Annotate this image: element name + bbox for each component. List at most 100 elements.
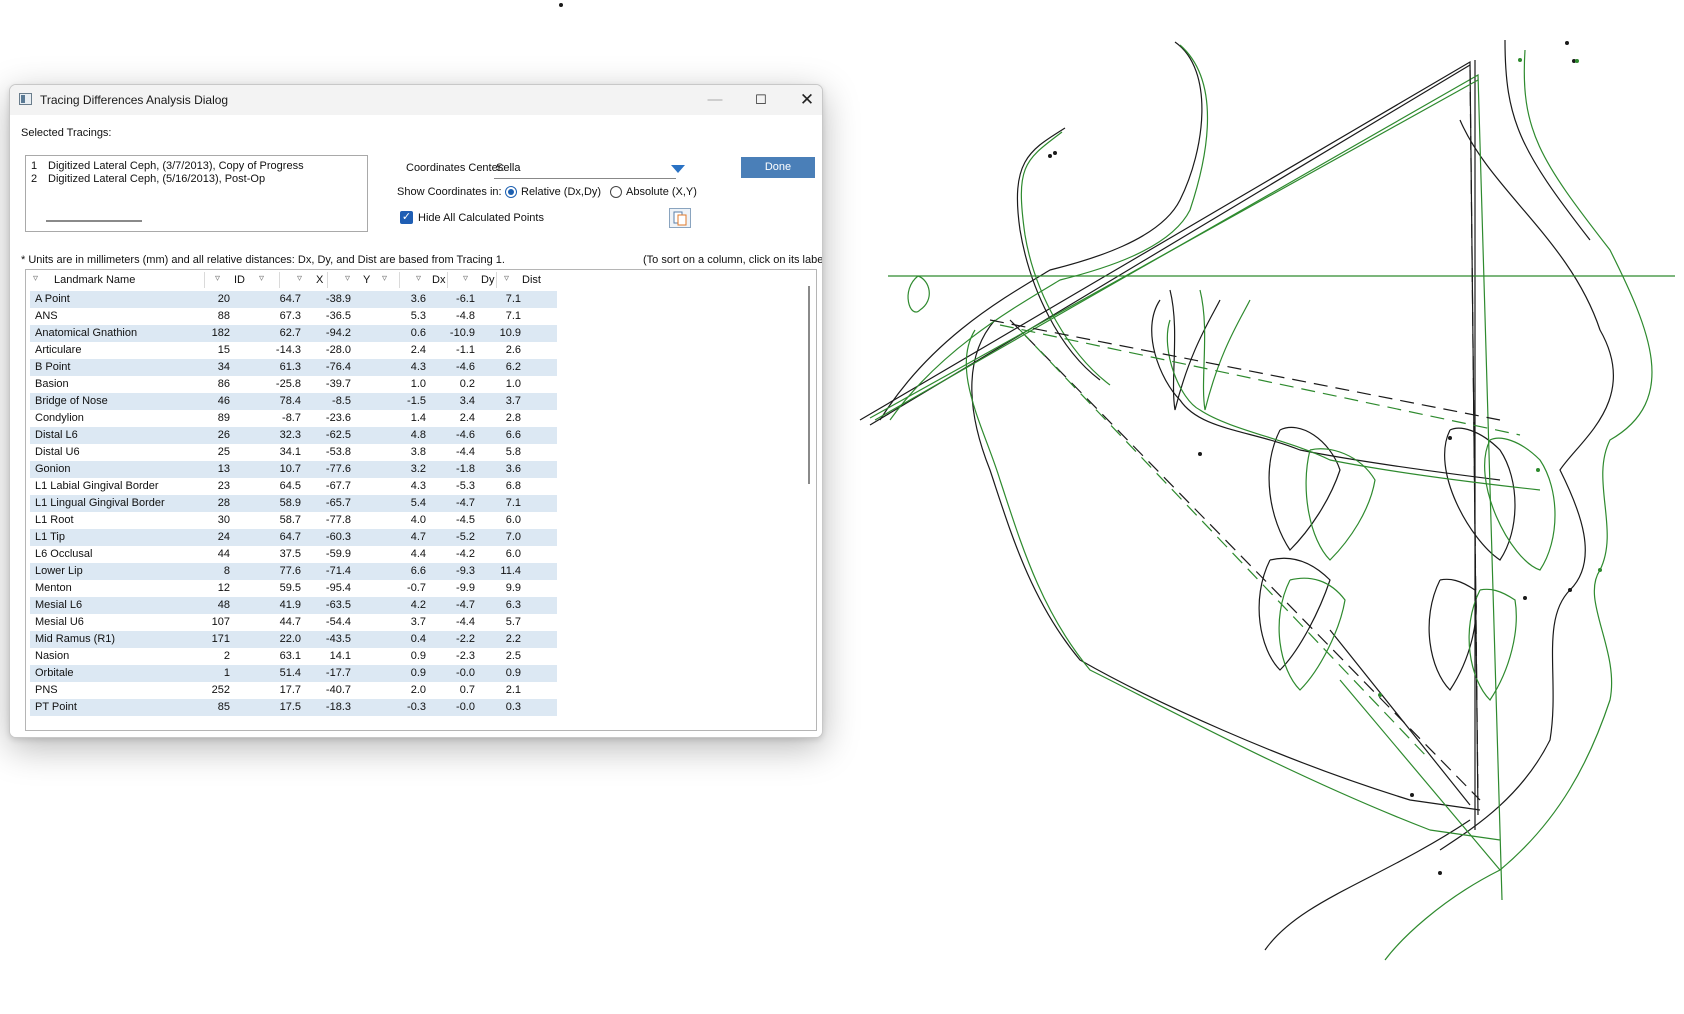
table-row[interactable]: L1 Lingual Gingival Border 28 58.9 -65.7 5.4…: [30, 495, 557, 512]
filter-icon[interactable]: ▿: [215, 273, 220, 284]
col-header-landmark-name[interactable]: Landmark Name: [54, 274, 135, 286]
table-row[interactable]: Menton 12 59.5 -95.4 -0.7 -9.9 9.9: [30, 580, 557, 597]
cell-dx: 0.6: [410, 327, 426, 339]
col-header-dy[interactable]: Dy: [481, 274, 494, 286]
cell-x: 51.4: [279, 667, 301, 679]
tracing-list-item[interactable]: 2 Digitized Lateral Ceph, (5/16/2013), Po…: [31, 173, 265, 185]
table-row[interactable]: Articulare 15 -14.3 -28.0 2.4 -1.1 2.6: [30, 342, 557, 359]
table-row[interactable]: Condylion 89 -8.7 -23.6 1.4 2.4 2.8: [30, 410, 557, 427]
maximize-button[interactable]: ☐: [738, 85, 784, 115]
cell-dist: 6.6: [505, 429, 521, 441]
table-row[interactable]: Basion 86 -25.8 -39.7 1.0 0.2 1.0: [30, 376, 557, 393]
horizontal-scrollbar[interactable]: [46, 220, 142, 222]
hide-calculated-checkbox[interactable]: ✓: [400, 211, 413, 224]
filter-icon[interactable]: ▿: [345, 273, 350, 284]
table-row[interactable]: Bridge of Nose 46 78.4 -8.5 -1.5 3.4 3.7: [30, 393, 557, 410]
hide-calculated-label[interactable]: Hide All Calculated Points: [418, 212, 544, 224]
dropdown-arrow-icon[interactable]: [671, 165, 685, 173]
cell-landmark-name: L1 Labial Gingival Border: [35, 480, 159, 492]
column-divider: [327, 272, 328, 288]
dashed-reference-lines: [989, 69, 1501, 801]
cell-landmark-name: Basion: [35, 378, 69, 390]
vertical-scrollbar[interactable]: [808, 286, 810, 484]
cell-id: 171: [211, 633, 230, 645]
tracing-differences-dialog: Tracing Differences Analysis Dialog — ☐ …: [9, 84, 823, 738]
filter-icon[interactable]: ▿: [463, 273, 468, 284]
table-row[interactable]: ANS 88 67.3 -36.5 5.3 -4.8 7.1: [30, 308, 557, 325]
cell-y: -43.5: [325, 633, 351, 645]
coordinates-center-select[interactable]: Sella: [494, 158, 685, 179]
filter-icon[interactable]: ▿: [416, 273, 421, 284]
cell-dy: -4.4: [456, 616, 475, 628]
tracing-list-item[interactable]: 1 Digitized Lateral Ceph, (3/7/2013), Cop…: [31, 160, 304, 172]
filter-icon[interactable]: ▿: [382, 273, 387, 284]
table-row[interactable]: Orbitale 1 51.4 -17.7 0.9 -0.0 0.9: [30, 665, 557, 682]
minimize-button[interactable]: —: [692, 85, 738, 115]
filter-icon[interactable]: ▿: [297, 273, 302, 284]
cell-dy: 0.2: [459, 378, 475, 390]
table-row[interactable]: B Point 34 61.3 -76.4 4.3 -4.6 6.2: [30, 359, 557, 376]
table-row[interactable]: Anatomical Gnathion 182 62.7 -94.2 0.6 -10.9 1…: [30, 325, 557, 342]
col-header-x[interactable]: X: [316, 274, 323, 286]
copy-to-clipboard-icon[interactable]: [669, 208, 691, 228]
col-header-dx[interactable]: Dx: [432, 274, 445, 286]
cell-dist: 1.0: [505, 378, 521, 390]
col-header-id[interactable]: ID: [234, 274, 245, 286]
cell-dist: 10.9: [499, 327, 521, 339]
cell-dx: 4.3: [410, 361, 426, 373]
cell-dy: -1.1: [456, 344, 475, 356]
absolute-radio[interactable]: [610, 186, 622, 198]
cell-dist: 11.4: [500, 565, 521, 577]
cell-id: 34: [217, 361, 230, 373]
table-row[interactable]: Nasion 2 63.1 14.1 0.9 -2.3 2.5: [30, 648, 557, 665]
table-row[interactable]: A Point 20 64.7 -38.9 3.6 -6.1 7.1: [30, 291, 557, 308]
cell-dy: -5.3: [456, 480, 475, 492]
table-row[interactable]: Mesial U6 107 44.7 -54.4 3.7 -4.4 5.7: [30, 614, 557, 631]
title-bar[interactable]: Tracing Differences Analysis Dialog — ☐ …: [10, 85, 822, 115]
table-header: ▿ Landmark Name ▿ ID ▿ ▿ X ▿ Y ▿ ▿ Dx ▿ …: [26, 270, 816, 290]
col-header-y[interactable]: Y: [363, 274, 370, 286]
table-row[interactable]: Mid Ramus (R1) 171 22.0 -43.5 0.4 -2.2 2.2: [30, 631, 557, 648]
close-button[interactable]: ✕: [784, 85, 822, 115]
cell-y: -95.4: [325, 582, 351, 594]
cell-dist: 7.1: [505, 310, 521, 322]
cell-x: 58.7: [279, 514, 301, 526]
cell-y: -60.3: [325, 531, 351, 543]
table-row[interactable]: Distal L6 26 32.3 -62.5 4.8 -4.6 6.6: [30, 427, 557, 444]
table-row[interactable]: Gonion 13 10.7 -77.6 3.2 -1.8 3.6: [30, 461, 557, 478]
table-row[interactable]: L1 Root 30 58.7 -77.8 4.0 -4.5 6.0: [30, 512, 557, 529]
table-row[interactable]: L1 Tip 24 64.7 -60.3 4.7 -5.2 7.0: [30, 529, 557, 546]
selected-tracings-list[interactable]: 1 Digitized Lateral Ceph, (3/7/2013), Cop…: [25, 155, 368, 232]
col-header-dist[interactable]: Dist: [522, 274, 541, 286]
done-button[interactable]: Done: [741, 157, 815, 178]
column-divider: [496, 272, 497, 288]
cell-dx: 4.7: [410, 531, 426, 543]
relative-radio-label[interactable]: Relative (Dx,Dy): [521, 186, 601, 198]
cell-x: 22.0: [279, 633, 301, 645]
cell-y: -77.6: [325, 463, 351, 475]
cell-dist: 3.6: [505, 463, 521, 475]
dialog-body: Selected Tracings: 1 Digitized Lateral Ce…: [10, 115, 822, 737]
cell-y: -65.7: [325, 497, 351, 509]
cell-dx: 2.0: [410, 684, 426, 696]
table-row[interactable]: Lower Lip 8 77.6 -71.4 6.6 -9.3 11.4: [30, 563, 557, 580]
table-row[interactable]: Mesial L6 48 41.9 -63.5 4.2 -4.7 6.3: [30, 597, 557, 614]
cell-dx: -1.5: [407, 395, 426, 407]
filter-icon[interactable]: ▿: [33, 273, 38, 284]
sort-note: (To sort on a column, click on its label…: [643, 254, 823, 266]
cell-y: -39.7: [325, 378, 351, 390]
table-row[interactable]: L1 Labial Gingival Border 23 64.5 -67.7 4.3 -…: [30, 478, 557, 495]
cell-landmark-name: Nasion: [35, 650, 70, 662]
table-row[interactable]: PNS 252 17.7 -40.7 2.0 0.7 2.1: [30, 682, 557, 699]
table-row[interactable]: L6 Occlusal 44 37.5 -59.9 4.4 -4.2 6.0: [30, 546, 557, 563]
cell-dy: -4.6: [456, 361, 475, 373]
filter-icon[interactable]: ▿: [259, 273, 264, 284]
table-row[interactable]: Distal U6 25 34.1 -53.8 3.8 -4.4 5.8: [30, 444, 557, 461]
cell-id: 23: [217, 480, 230, 492]
filter-icon[interactable]: ▿: [504, 273, 509, 284]
absolute-radio-label[interactable]: Absolute (X,Y): [626, 186, 697, 198]
cell-id: 2: [223, 650, 230, 662]
relative-radio[interactable]: [505, 186, 517, 198]
table-row[interactable]: PT Point 85 17.5 -18.3 -0.3 -0.0 0.3: [30, 699, 557, 716]
cell-landmark-name: Gonion: [35, 463, 71, 475]
